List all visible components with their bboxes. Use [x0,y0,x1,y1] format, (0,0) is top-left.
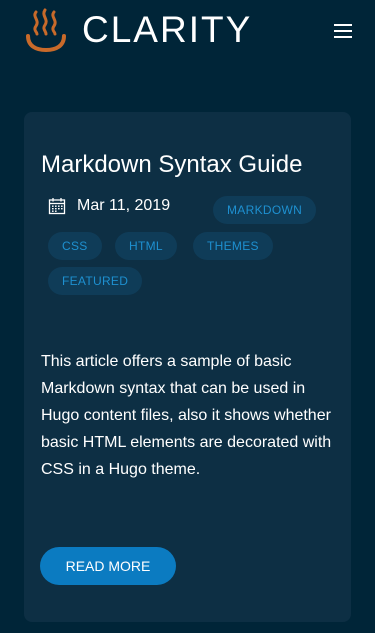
calendar-icon [48,198,66,215]
site-title: CLARITY [82,9,253,50]
tag-markdown[interactable]: MARKDOWN [213,196,317,224]
tag-themes[interactable]: THEMES [193,232,273,260]
post-date-text: Mar 11, 2019 [77,197,171,214]
post-date: Mar 11, 2019 [48,196,170,216]
tag-html[interactable]: HTML [115,232,177,260]
post-title[interactable]: Markdown Syntax Guide [41,150,302,180]
tag-featured[interactable]: FEATURED [48,267,143,295]
tag-css[interactable]: CSS [48,232,102,260]
hamburger-icon-bar [334,36,352,38]
hot-spring-icon [26,8,66,52]
hamburger-icon-bar [334,30,352,32]
read-more-button[interactable]: READ MORE [40,547,176,585]
site-logo-link[interactable]: CLARITY [24,8,252,52]
hamburger-icon-bar [334,24,352,26]
menu-button[interactable] [334,24,352,38]
site-header: CLARITY [0,0,375,64]
post-excerpt: This article offers a sample of basic Ma… [41,353,332,478]
post-card: Markdown Syntax Guide Mar 11, 2019 MARKD… [24,112,351,622]
